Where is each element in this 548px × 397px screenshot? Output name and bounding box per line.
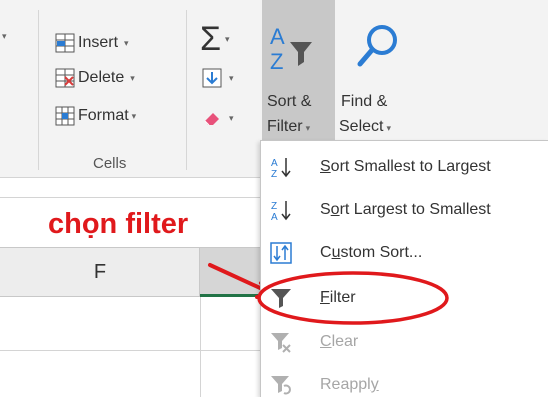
clear-filter-icon [271,333,291,353]
fill-down-icon [202,68,222,88]
highlight-ellipse [257,271,449,325]
sort-ascending-icon: A Z [271,158,291,178]
menu-item-label: Custom Sort... [320,244,423,261]
format-button[interactable]: Format ▾ [55,106,136,126]
insert-button[interactable]: Insert ▾ [55,33,129,53]
custom-sort-icon [270,242,292,264]
grid-row-line [0,350,262,351]
column-header-f-label: F [93,261,107,283]
svg-text:A: A [270,24,285,49]
menu-item-label: Reapply [320,376,379,393]
menu-item-label: Sort Smallest to Largest [320,158,491,175]
menu-item-reapply[interactable]: Reapply [261,365,548,397]
insert-cells-icon [55,33,75,53]
sigma-icon: Σ [200,20,222,58]
ribbon-separator [38,10,39,170]
delete-label: Delete [78,69,125,86]
format-cells-icon [55,106,75,126]
partial-dropdown-caret[interactable]: ▾ [2,31,7,42]
magnifier-icon [357,25,397,67]
cells-group-label: Cells [93,155,127,172]
find-select-label-line1[interactable]: Find & [341,93,387,111]
annotation-text: chọn filter [48,208,189,240]
menu-item-sort-smallest-to-largest[interactable]: A Z Sort Smallest to Largest [261,147,548,187]
find-select-button[interactable]: Select ▾ [339,118,391,136]
menu-item-sort-largest-to-smallest[interactable]: Z A Sort Largest to Smallest [261,190,548,230]
fill-button[interactable]: ▾ [202,68,234,88]
grid-column-line [200,297,201,397]
sort-filter-text: Filter [267,118,303,135]
menu-item-clear[interactable]: Clear [261,322,548,362]
clear-button[interactable]: ▾ [202,108,234,128]
sort-filter-label-line1: Sort & [267,93,312,110]
insert-label: Insert [78,34,119,51]
svg-text:Z: Z [271,201,277,212]
svg-text:Z: Z [270,49,283,74]
menu-item-label: Sort Largest to Smallest [320,201,491,218]
ribbon-separator [186,10,187,170]
menu-item-custom-sort[interactable]: Custom Sort... [261,233,548,273]
menu-item-label: Clear [320,333,359,350]
sort-descending-icon: Z A [271,201,291,221]
find-select-text: Select [339,118,384,135]
svg-text:Z: Z [271,169,277,178]
delete-button[interactable]: Delete ▾ [55,68,135,88]
reapply-filter-icon [271,376,291,395]
svg-text:A: A [271,158,278,169]
svg-text:A: A [271,212,278,221]
format-label: Format [78,107,129,124]
column-header-f[interactable]: F [0,247,200,297]
sort-filter-label-line2: Filter ▾ [267,118,311,135]
eraser-icon [204,113,219,126]
autosum-button[interactable]: Σ ▾ [200,22,230,56]
delete-cells-icon [55,68,75,88]
sort-az-funnel-icon: A Z [270,24,312,74]
